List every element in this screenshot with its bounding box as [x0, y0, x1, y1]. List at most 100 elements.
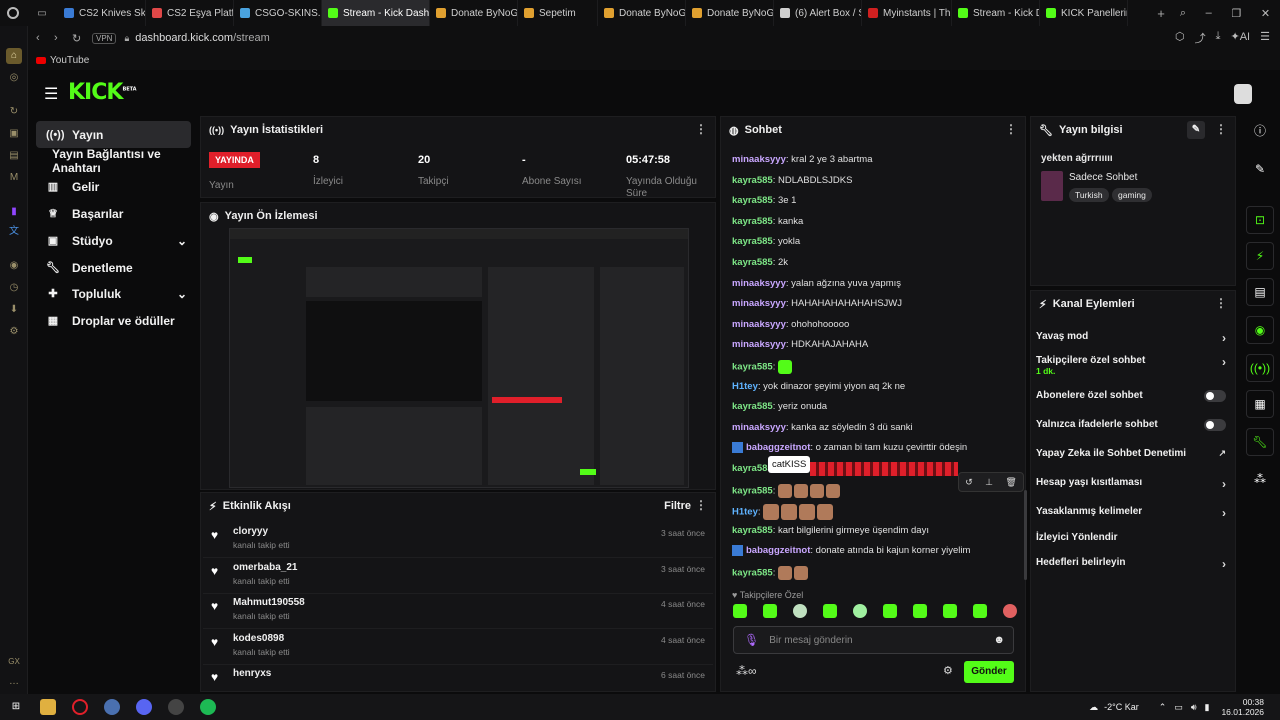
chat-message[interactable]: kayra585: 2k: [732, 257, 788, 268]
points-icon[interactable]: ⁂: [1246, 466, 1274, 494]
chat-message[interactable]: kayra585: 3e 1: [732, 195, 796, 206]
browser-tab[interactable]: CS2 Knives Skin: [58, 0, 146, 26]
chat-message[interactable]: kayra585: NDLABDLSJDKS: [732, 175, 852, 186]
twitch-icon[interactable]: ▮: [6, 204, 22, 220]
history-icon[interactable]: ◷: [6, 280, 22, 296]
pin-icon[interactable]: ⊥: [985, 477, 993, 488]
chat-message[interactable]: minaaksyyy: HAHAHAHAHAHAHSJWJ: [732, 298, 902, 309]
reply-icon[interactable]: ↺: [965, 477, 973, 488]
new-tab-button[interactable]: +: [1152, 6, 1170, 21]
chat-message[interactable]: minaaksyyy: yalan ağzına yuva yapmış: [732, 278, 901, 289]
chat-username[interactable]: kayra585: [732, 175, 773, 186]
opera-logo-icon[interactable]: [0, 0, 26, 26]
emote-icon[interactable]: [793, 604, 807, 618]
wrench-icon[interactable]: 🔧︎: [1246, 428, 1274, 456]
player-icon[interactable]: ◉: [6, 258, 22, 274]
emote-icon[interactable]: [883, 604, 897, 618]
channel-action-item[interactable]: Yasaklanmış kelimeler ›: [1036, 506, 1226, 520]
opera-gx-icon[interactable]: [72, 699, 88, 715]
more-options-icon[interactable]: ⋮: [695, 123, 707, 135]
browser-tab[interactable]: CS2 Eşya Platfo: [146, 0, 234, 26]
emoji-icon[interactable]: ☻: [993, 634, 1005, 646]
edit-icon[interactable]: ✎: [1187, 121, 1205, 139]
download-icon[interactable]: ⬇: [6, 302, 22, 318]
chat-input[interactable]: 🎙︎ Bir mesaj gönderin ☻: [733, 626, 1014, 654]
volume-icon[interactable]: 🔊︎: [1191, 702, 1197, 713]
obs-icon[interactable]: [168, 699, 184, 715]
gx-icon[interactable]: GX: [6, 654, 22, 670]
chat-message[interactable]: kayra585: kanka: [732, 216, 803, 227]
bag-icon[interactable]: ▣: [6, 126, 22, 142]
filter-button[interactable]: Filtre: [664, 500, 691, 512]
chat-message[interactable]: H1tey:: [732, 504, 835, 521]
browser-tab[interactable]: CSGO-SKINS.C: [234, 0, 322, 26]
chat-username[interactable]: kayra585: [732, 257, 773, 268]
minimize-icon[interactable]: –: [1206, 7, 1212, 20]
chat-username[interactable]: kayra585: [732, 236, 773, 247]
document-icon[interactable]: ▤: [1246, 278, 1274, 306]
nav-stream-key[interactable]: Yayın Bağlantısı ve Anahtarı: [36, 147, 191, 175]
chat-username[interactable]: minaaksyyy: [732, 339, 786, 350]
channel-action-item[interactable]: Yavaş mod ›: [1036, 331, 1226, 345]
browser-tab[interactable]: Stream - Kick D: [952, 0, 1040, 26]
more-options-icon[interactable]: ⋮: [1215, 297, 1227, 309]
chat-message[interactable]: kayra585: kart bilgilerini girmeye üşend…: [732, 525, 929, 536]
more-options-icon[interactable]: ⋮: [1005, 123, 1017, 135]
discord-icon[interactable]: [136, 699, 152, 715]
channel-action-item[interactable]: Hedefleri belirleyin ›: [1036, 557, 1226, 571]
chat-username[interactable]: babaggzeitnot: [746, 545, 810, 556]
emote-icon[interactable]: [733, 604, 747, 618]
layout-icon[interactable]: ▦: [1246, 390, 1274, 418]
chat-settings-icon[interactable]: ⚙: [943, 664, 953, 677]
chat-message[interactable]: kayra585: yeriz onuda: [732, 401, 827, 412]
browser-tab[interactable]: Sepetim: [518, 0, 598, 26]
nav-basarilar[interactable]: ♕ Başarılar: [36, 200, 191, 227]
chat-message[interactable]: babaggzeitnot: donate atında bi kajun ko…: [732, 545, 970, 556]
chat-message[interactable]: minaaksyyy: ohohohooooo: [732, 319, 849, 330]
menu-icon[interactable]: ☰: [1260, 30, 1270, 46]
chat-message[interactable]: minaaksyyy: kral 2 ye 3 abartma: [732, 154, 872, 165]
download-toolbar-icon[interactable]: ⤓: [1216, 30, 1221, 46]
info-icon[interactable]: ⓘ: [1246, 118, 1274, 146]
share-icon[interactable]: ⤴: [1195, 30, 1206, 46]
kick-logo[interactable]: KICKBETA: [68, 80, 137, 105]
chat-message[interactable]: kayra585:: [732, 360, 794, 374]
chat-username[interactable]: H1tey: [732, 507, 758, 518]
restore-icon[interactable]: ❐: [1231, 7, 1241, 20]
chat-message[interactable]: babaggzeitnot: o zaman bi tam kuzu çevir…: [732, 442, 967, 453]
workspaces-icon[interactable]: ▭: [26, 8, 58, 19]
chat-username[interactable]: kayra585: [732, 362, 773, 373]
weather-text[interactable]: -2°C Kar: [1104, 702, 1139, 712]
browser-tab[interactable]: Donate ByNoGa: [598, 0, 686, 26]
emote-icon[interactable]: [943, 604, 957, 618]
browser-tab[interactable]: (6) Alert Box / S: [774, 0, 862, 26]
windows-start-icon[interactable]: ⊞: [8, 699, 24, 715]
chat-username[interactable]: minaaksyyy: [732, 278, 786, 289]
chat-username[interactable]: minaaksyyy: [732, 154, 786, 165]
channel-action-item[interactable]: Abonelere özel sohbet: [1036, 390, 1226, 404]
chat-username[interactable]: kayra585: [732, 216, 773, 227]
chat-username[interactable]: kayra585: [732, 401, 773, 412]
clock[interactable]: 00:38 16.01.2026: [1221, 697, 1264, 717]
emote-icon[interactable]: [1003, 604, 1017, 618]
nav-droplar[interactable]: ▦ Droplar ve ödüller: [36, 307, 191, 334]
file-explorer-icon[interactable]: [40, 699, 56, 715]
chat-scrollbar[interactable]: [1024, 490, 1027, 580]
send-button[interactable]: Gönder: [964, 661, 1014, 683]
search-tabs-icon[interactable]: ⌕: [1180, 7, 1186, 20]
gamepad-icon[interactable]: ◎: [6, 70, 22, 86]
chat-bubble-icon[interactable]: ◉: [1246, 316, 1274, 344]
chat-username[interactable]: kayra585: [732, 525, 773, 536]
chat-message[interactable]: kayra585:: [732, 566, 810, 580]
forward-icon[interactable]: ›: [54, 32, 72, 44]
cube-icon[interactable]: ⬡: [1175, 30, 1185, 46]
scan-icon[interactable]: ⊡: [1246, 206, 1274, 234]
delete-icon[interactable]: 🗑︎: [1005, 477, 1016, 488]
activity-user[interactable]: Mahmut190558: [233, 597, 305, 608]
channel-action-item[interactable]: Takipçilere özel sohbet 1 dk. ›: [1036, 355, 1226, 376]
news-icon[interactable]: ▤: [6, 148, 22, 164]
bookmark-youtube[interactable]: YouTube: [36, 55, 89, 66]
chat-username[interactable]: minaaksyyy: [732, 422, 786, 433]
nav-studyo[interactable]: ▣ Stüdyo ⌄: [36, 227, 191, 254]
url-field[interactable]: dashboard.kick.com/stream: [135, 32, 270, 44]
